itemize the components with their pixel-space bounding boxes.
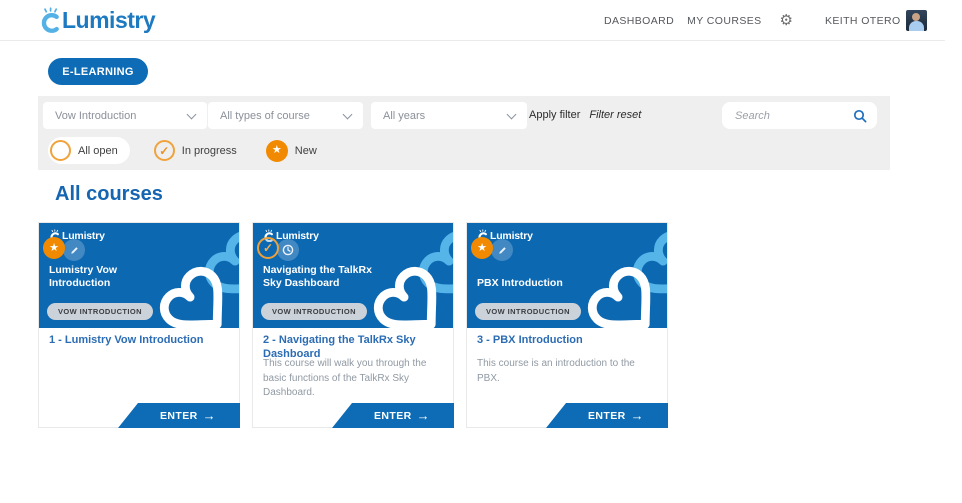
banner-title: Lumistry Vow Introduction xyxy=(49,264,179,290)
category-badge: VOW INTRODUCTION xyxy=(261,303,367,320)
arrow-right-icon: → xyxy=(203,409,216,422)
enter-button[interactable]: ENTER→ xyxy=(332,403,454,428)
user-avatar[interactable] xyxy=(906,10,927,31)
course-filter-value: Vow Introduction xyxy=(55,110,136,122)
open-circle-icon xyxy=(50,140,71,161)
course-card-2: Lumistry ✓ Navigating the TalkRx Sky Das… xyxy=(252,222,454,428)
search-box xyxy=(722,102,877,129)
toggle-in-progress[interactable]: ✓ In progress xyxy=(154,140,237,161)
type-filter-value: All types of course xyxy=(220,110,310,122)
lumistry-cloud-icon xyxy=(35,6,61,33)
course-description: This course will walk you through the ba… xyxy=(263,357,445,401)
logo-text: Lumistry xyxy=(62,7,155,33)
banner-title: PBX Introduction xyxy=(477,277,607,290)
avatar-body xyxy=(909,21,924,31)
chevron-down-icon xyxy=(187,110,197,120)
course-banner[interactable]: Lumistry ★ PBX Introduction VOW INTRODUC… xyxy=(467,223,667,328)
search-button[interactable] xyxy=(843,102,877,129)
year-filter-dropdown[interactable]: All years xyxy=(371,102,527,129)
search-input[interactable] xyxy=(722,110,843,122)
chevron-down-icon xyxy=(507,110,517,120)
filter-reset-link[interactable]: Filter reset xyxy=(589,109,641,121)
new-badge-icon: ★ xyxy=(471,237,493,259)
filter-panel: Vow Introduction All types of course All… xyxy=(38,96,890,170)
course-card-1: Lumistry ★ Lumistry Vow Introduction VOW… xyxy=(38,222,240,428)
elearning-page: Lumistry DASHBOARD MY COURSES ⚙ KEITH OT… xyxy=(0,0,962,503)
elearning-button[interactable]: E-LEARNING xyxy=(48,58,148,85)
type-filter-dropdown[interactable]: All types of course xyxy=(208,102,363,129)
course-banner[interactable]: Lumistry ★ Lumistry Vow Introduction VOW… xyxy=(39,223,239,328)
new-badge-icon: ★ xyxy=(43,237,65,259)
in-progress-badge-icon: ✓ xyxy=(257,237,279,259)
toggle-all-open[interactable]: All open xyxy=(48,137,130,164)
top-header: Lumistry DASHBOARD MY COURSES ⚙ KEITH OT… xyxy=(0,0,945,41)
category-badge: VOW INTRODUCTION xyxy=(475,303,581,320)
toggle-label: All open xyxy=(78,145,118,157)
lumistry-logo[interactable]: Lumistry xyxy=(35,6,155,33)
avatar-head xyxy=(912,13,920,21)
year-filter-value: All years xyxy=(383,110,425,122)
pencil-icon xyxy=(63,239,85,261)
category-badge: VOW INTRODUCTION xyxy=(47,303,153,320)
check-circle-icon: ✓ xyxy=(154,140,175,161)
status-toggles: All open ✓ In progress ★ New xyxy=(48,137,317,164)
course-title-link[interactable]: 3 - PBX Introduction xyxy=(477,333,659,347)
course-card-3: Lumistry ★ PBX Introduction VOW INTRODUC… xyxy=(466,222,668,428)
course-description: This course is an introduction to the PB… xyxy=(477,357,659,386)
clock-icon xyxy=(277,239,299,261)
nav-my-courses[interactable]: MY COURSES xyxy=(687,15,761,27)
banner-title: Navigating the TalkRx Sky Dashboard xyxy=(263,264,393,290)
gear-icon[interactable]: ⚙ xyxy=(780,13,793,28)
page-title: All courses xyxy=(55,183,163,206)
toggle-label: In progress xyxy=(182,145,237,157)
apply-filter-link[interactable]: Apply filter xyxy=(529,109,580,121)
course-title-link[interactable]: 1 - Lumistry Vow Introduction xyxy=(49,333,231,347)
arrow-right-icon: → xyxy=(631,409,644,422)
toggle-label: New xyxy=(295,145,317,157)
toggle-new[interactable]: ★ New xyxy=(266,140,317,162)
enter-button[interactable]: ENTER→ xyxy=(118,403,240,428)
chevron-down-icon xyxy=(343,110,353,120)
nav-dashboard[interactable]: DASHBOARD xyxy=(604,15,674,27)
arrow-right-icon: → xyxy=(417,409,430,422)
user-name[interactable]: KEITH OTERO xyxy=(825,15,901,27)
filter-actions: Apply filter Filter reset xyxy=(529,109,641,121)
search-icon xyxy=(853,109,867,123)
course-banner[interactable]: Lumistry ✓ Navigating the TalkRx Sky Das… xyxy=(253,223,453,328)
enter-button[interactable]: ENTER→ xyxy=(546,403,668,428)
pencil-icon xyxy=(491,239,513,261)
star-circle-icon: ★ xyxy=(266,140,288,162)
course-filter-dropdown[interactable]: Vow Introduction xyxy=(43,102,207,129)
header-nav: DASHBOARD MY COURSES ⚙ KEITH OTERO xyxy=(604,0,927,41)
